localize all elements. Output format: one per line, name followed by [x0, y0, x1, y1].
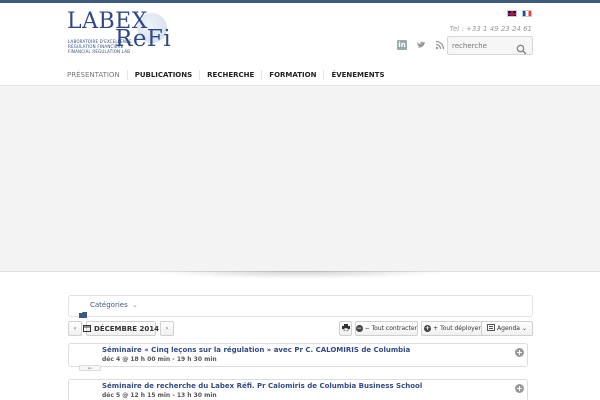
- event-day-tab: jeu: [79, 365, 101, 371]
- previous-month-button[interactable]: ‹: [68, 321, 82, 336]
- print-icon: [341, 324, 350, 333]
- nav-item-publications[interactable]: PUBLICATIONS: [126, 70, 199, 80]
- linkedin-icon[interactable]: in: [397, 40, 407, 50]
- nav-item-formation[interactable]: FORMATION: [261, 70, 323, 80]
- french-flag-icon[interactable]: [522, 10, 532, 17]
- social-links: in: [397, 40, 445, 50]
- chevron-right-icon: ›: [165, 325, 169, 332]
- labex-refi-logo[interactable]: LABEX ReFi LABORATOIRE D'EXCELLENCE RÉGU…: [67, 11, 171, 55]
- event-item[interactable]: Séminaire de recherche du Labex Réfi. Pr…: [68, 379, 528, 400]
- search-input[interactable]: [452, 39, 514, 52]
- expand-all-button[interactable]: + + Tout déployer: [421, 321, 484, 336]
- plus-circle-icon: +: [424, 325, 432, 332]
- expand-event-icon[interactable]: +: [515, 348, 524, 357]
- nav-item-evenements[interactable]: ÉVENEMENTS: [323, 70, 391, 80]
- minus-circle-icon: −: [356, 325, 363, 332]
- english-flag-icon[interactable]: [507, 10, 517, 17]
- categories-filter[interactable]: Catégories ⌄: [68, 295, 533, 318]
- rss-icon[interactable]: [435, 40, 445, 50]
- chevron-down-icon: ⌄: [521, 325, 527, 332]
- next-month-button[interactable]: ›: [160, 321, 174, 336]
- hero-banner-area: [0, 86, 600, 272]
- categories-label: Catégories ⌄: [90, 301, 138, 309]
- hero-shadow: [150, 271, 450, 279]
- event-time: déc 5 @ 12 h 15 min - 13 h 30 min: [102, 392, 217, 399]
- collapse-all-button[interactable]: − − Tout contracter: [355, 321, 418, 336]
- phone-number: Tel : +33 1 49 23 24 61: [449, 25, 532, 33]
- event-title[interactable]: Séminaire « Cinq leçons sur la régulatio…: [102, 346, 410, 354]
- calendar-icon: [83, 324, 92, 334]
- main-navigation: PRÉSENTATION PUBLICATIONS RECHERCHE FORM…: [0, 66, 600, 86]
- chevron-down-icon: ⌄: [131, 301, 138, 309]
- month-picker-button[interactable]: DÉCEMBRE 2014: [83, 321, 159, 336]
- expand-event-icon[interactable]: +: [515, 384, 524, 393]
- calendar-toolbar: ‹ DÉCEMBRE 2014 › − − Tout contracter + …: [68, 321, 533, 336]
- categories-text: Catégories: [90, 301, 128, 309]
- collapse-all-label: − Tout contracter: [364, 325, 417, 332]
- event-item[interactable]: Séminaire « Cinq leçons sur la régulatio…: [68, 343, 528, 371]
- print-button[interactable]: [339, 321, 352, 336]
- folder-icon: [79, 303, 87, 318]
- site-header: LABEX ReFi LABORATOIRE D'EXCELLENCE RÉGU…: [0, 3, 600, 65]
- language-switcher: [507, 10, 532, 17]
- search-icon[interactable]: [516, 40, 527, 55]
- twitter-icon[interactable]: [416, 40, 426, 50]
- event-title[interactable]: Séminaire de recherche du Labex Réfi. Pr…: [102, 382, 422, 390]
- expand-all-label: + Tout déployer: [433, 325, 481, 332]
- list-view-icon: [487, 324, 496, 333]
- nav-item-recherche[interactable]: RECHERCHE: [199, 70, 261, 80]
- view-label: Agenda: [497, 325, 520, 332]
- chevron-left-icon: ‹: [73, 325, 77, 332]
- logo-tagline-3: FINANCIAL REGULATION LAB: [68, 49, 131, 54]
- event-time: déc 4 @ 18 h 00 min - 19 h 30 min: [102, 356, 217, 363]
- search-box: [447, 36, 533, 55]
- view-selector-button[interactable]: Agenda ⌄: [481, 321, 533, 336]
- current-month: DÉCEMBRE 2014: [94, 324, 159, 333]
- nav-item-presentation[interactable]: PRÉSENTATION: [67, 70, 127, 80]
